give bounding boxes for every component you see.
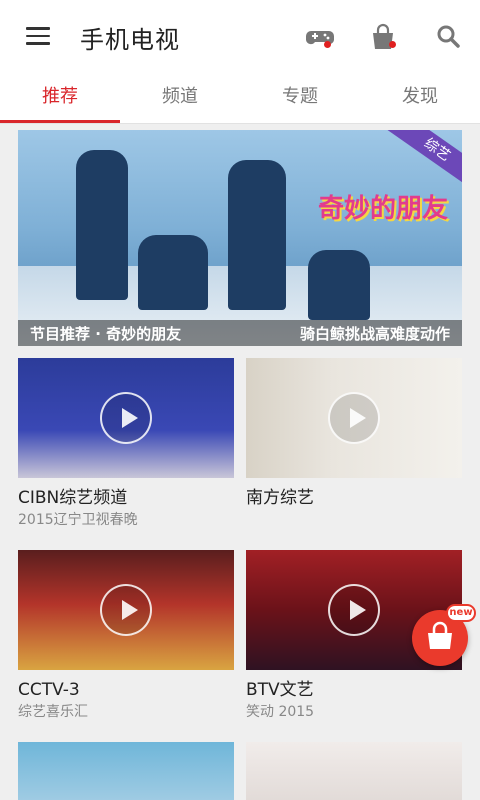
channel-title: CIBN综艺频道 [18, 488, 128, 508]
app-screen: 手机电视 推荐 频道 专题 发现 奇妙的朋友 综艺 节目推荐 · 奇妙的朋友 骑… [0, 0, 480, 800]
app-title: 手机电视 [80, 26, 180, 54]
top-app-bar: 手机电视 [0, 0, 480, 72]
play-icon[interactable] [100, 584, 152, 636]
program-subtitle: 2015辽宁卫视春晚 [18, 512, 138, 528]
channel-title: CCTV-3 [18, 680, 80, 700]
channel-card[interactable] [246, 742, 462, 800]
channel-thumbnail[interactable] [246, 742, 462, 800]
channel-card[interactable]: 南方综艺 [246, 358, 462, 530]
channel-thumbnail[interactable] [246, 358, 462, 478]
channel-card[interactable]: CIBN综艺频道 2015辽宁卫视春晚 [18, 358, 234, 530]
menu-icon[interactable] [26, 27, 50, 45]
featured-banner[interactable]: 奇妙的朋友 综艺 节目推荐 · 奇妙的朋友 骑白鲸挑战高难度动作 [18, 130, 462, 346]
banner-caption-right: 骑白鲸挑战高难度动作 [299, 325, 450, 343]
program-subtitle: 笑动 2015 [246, 704, 315, 720]
channel-title: 南方综艺 [246, 488, 314, 508]
tab-topics[interactable]: 专题 [240, 72, 360, 123]
banner-caption: 节目推荐 · 奇妙的朋友 骑白鲸挑战高难度动作 [18, 320, 462, 346]
program-subtitle: 综艺喜乐汇 [18, 704, 88, 720]
search-icon[interactable] [434, 22, 464, 52]
notification-dot [389, 41, 396, 48]
notification-dot [324, 41, 331, 48]
tab-discover[interactable]: 发现 [360, 72, 480, 123]
channel-thumbnail[interactable] [18, 550, 234, 670]
show-logo: 奇妙的朋友 [318, 194, 449, 224]
channel-thumbnail[interactable] [18, 358, 234, 478]
tab-recommend[interactable]: 推荐 [0, 72, 120, 123]
play-icon[interactable] [100, 392, 152, 444]
shopping-bag-icon[interactable] [368, 22, 398, 52]
play-icon[interactable] [328, 392, 380, 444]
new-badge: new [446, 604, 476, 622]
tab-bar: 推荐 频道 专题 发现 [0, 72, 480, 124]
channel-card[interactable] [18, 742, 234, 800]
gamepad-icon[interactable] [305, 22, 335, 52]
program-subtitle [246, 510, 462, 530]
banner-caption-left: 节目推荐 · 奇妙的朋友 [30, 325, 182, 343]
play-icon[interactable] [328, 584, 380, 636]
channel-title: BTV文艺 [246, 680, 314, 700]
channel-thumbnail[interactable] [18, 742, 234, 800]
channel-card[interactable]: CCTV-3 综艺喜乐汇 [18, 550, 234, 722]
tab-channels[interactable]: 频道 [120, 72, 240, 123]
